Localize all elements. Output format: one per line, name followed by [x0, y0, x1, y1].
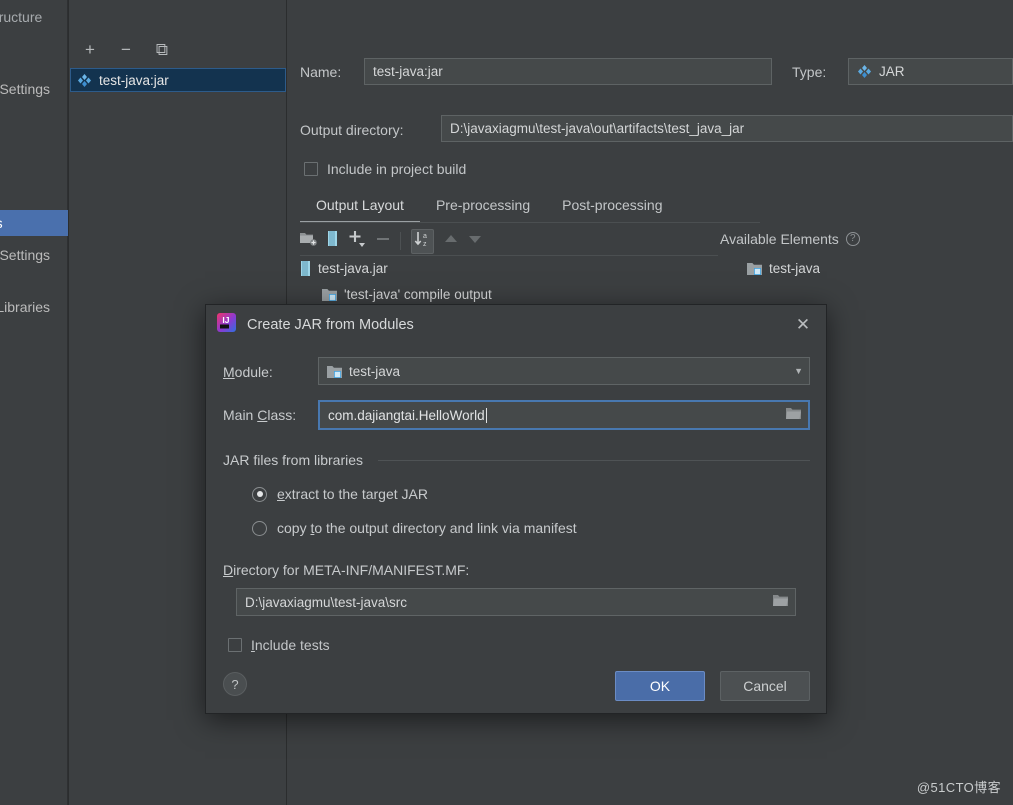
- module-icon: [747, 262, 762, 275]
- module-dropdown-value: test-java: [349, 363, 401, 379]
- type-dropdown[interactable]: JAR: [848, 58, 1013, 85]
- dialog-title-bar: IJ Create JAR from Modules ✕: [206, 305, 826, 345]
- question-mark-icon: ?: [231, 676, 239, 692]
- move-down-icon: [468, 232, 482, 250]
- name-label: Name:: [300, 64, 342, 80]
- tabs-underline: [300, 222, 760, 223]
- group-divider: [378, 460, 810, 461]
- module-icon: [327, 365, 342, 378]
- chevron-down-icon[interactable]: ▼: [794, 366, 803, 376]
- jar-type-icon: [857, 64, 872, 79]
- plus-icon[interactable]: +: [79, 38, 101, 60]
- include-in-project-build-checkbox[interactable]: [304, 162, 318, 176]
- available-elements-title: Available Elements ?: [720, 231, 860, 247]
- cancel-button[interactable]: Cancel: [720, 671, 810, 701]
- radio-copy-indicator[interactable]: [252, 520, 267, 536]
- svg-text:z: z: [423, 241, 427, 247]
- output-tree-row-label: 'test-java' compile output: [344, 287, 492, 302]
- main-class-value: com.dajiangtai.HelloWorld: [328, 407, 485, 423]
- sidebar-item-project-settings[interactable]: Project Settings: [0, 76, 68, 102]
- main-class-input[interactable]: com.dajiangtai.HelloWorld: [318, 400, 810, 430]
- include-in-project-build-row[interactable]: Include in project build: [304, 161, 466, 177]
- add-directory-icon[interactable]: [300, 231, 317, 251]
- remove-icon: [376, 232, 390, 251]
- add-dropdown-icon[interactable]: [348, 230, 366, 252]
- manifest-dir-label: Directory for META-INF/MANIFEST.MF:: [223, 562, 470, 578]
- module-label-rest: odule:: [234, 364, 273, 380]
- artifacts-toolbar: + − ⧉: [69, 32, 287, 66]
- type-dropdown-value: JAR: [879, 64, 905, 79]
- output-tree-row-label: test-java.jar: [318, 261, 388, 276]
- folder-browse-icon[interactable]: [773, 594, 789, 610]
- help-button[interactable]: ?: [223, 672, 247, 696]
- svg-text:a: a: [423, 233, 427, 240]
- tab-post-processing[interactable]: Post-processing: [546, 195, 678, 223]
- available-element-label: test-java: [769, 261, 821, 276]
- project-structure-sidebar: Project Structure Project Settings Artif…: [0, 0, 68, 805]
- output-layout-toolbar: a z: [300, 228, 760, 254]
- radio-extract-to-target-jar[interactable]: extract to the target JAR: [252, 486, 428, 502]
- output-directory-value: D:\javaxiagmu\test-java\out\artifacts\te…: [450, 121, 745, 136]
- artifact-list-item-label: test-java:jar: [99, 72, 169, 88]
- toolbar-separator: [400, 232, 401, 250]
- project-structure-window: Project Structure Project Settings Artif…: [0, 0, 1013, 805]
- layout-toolbar-underline: [300, 255, 718, 256]
- module-label: Module:: [223, 364, 273, 380]
- radio-copy-to-output-directory[interactable]: copy to the output directory and link vi…: [252, 520, 577, 536]
- main-class-label: Main Class:: [223, 407, 297, 423]
- sidebar-item-artifacts[interactable]: Artifacts: [0, 210, 68, 236]
- artifact-list-item[interactable]: test-java:jar: [70, 68, 286, 92]
- manifest-dir-value: D:\javaxiagmu\test-java\src: [245, 594, 408, 610]
- sort-alphabetically-icon[interactable]: a z: [411, 228, 434, 254]
- include-tests-row[interactable]: Include tests: [228, 637, 330, 653]
- radio-extract-label: extract to the target JAR: [277, 486, 428, 502]
- radio-extract-indicator[interactable]: [252, 486, 267, 502]
- copy-icon[interactable]: ⧉: [151, 38, 173, 60]
- radio-copy-label: copy to the output directory and link vi…: [277, 520, 577, 536]
- module-icon: [322, 288, 337, 301]
- output-directory-label: Output directory:: [300, 122, 404, 138]
- tab-pre-processing[interactable]: Pre-processing: [420, 195, 546, 223]
- intellij-idea-icon: IJ: [217, 313, 236, 337]
- include-tests-checkbox[interactable]: [228, 638, 242, 652]
- watermark: @51CTO博客: [916, 780, 1001, 795]
- dialog-title: Create JAR from Modules: [247, 317, 414, 333]
- manifest-dir-input[interactable]: D:\javaxiagmu\test-java\src: [236, 588, 796, 616]
- type-label: Type:: [792, 64, 827, 80]
- name-input-value: test-java:jar: [373, 64, 443, 79]
- output-tree-row[interactable]: 'test-java' compile output: [322, 287, 492, 302]
- sidebar-item-settings[interactable]: SDKs / Settings: [0, 242, 68, 268]
- output-tree-row[interactable]: test-java.jar: [300, 261, 388, 276]
- output-directory-input[interactable]: D:\javaxiagmu\test-java\out\artifacts\te…: [441, 115, 1013, 142]
- create-jar-from-modules-dialog: IJ Create JAR from Modules ✕ Module: tes…: [205, 304, 827, 714]
- include-tests-label: Include tests: [251, 637, 330, 653]
- detail-tabs: Output Layout Pre-processing Post-proces…: [300, 195, 1013, 223]
- jar-artifact-icon: [77, 73, 92, 88]
- module-dropdown[interactable]: test-java ▼: [318, 357, 810, 385]
- jar-files-group-label: JAR files from libraries: [223, 452, 364, 468]
- svg-text:IJ: IJ: [222, 315, 229, 325]
- archive-icon: [300, 261, 311, 276]
- tab-output-layout[interactable]: Output Layout: [300, 195, 420, 223]
- close-icon[interactable]: ✕: [790, 313, 816, 337]
- include-in-project-build-label: Include in project build: [327, 161, 467, 177]
- folder-browse-icon[interactable]: [786, 407, 802, 423]
- ok-button[interactable]: OK: [615, 671, 705, 701]
- minus-icon[interactable]: −: [115, 38, 137, 60]
- move-up-icon: [444, 232, 458, 250]
- available-elements-label: Available Elements: [720, 231, 839, 247]
- question-mark-icon[interactable]: ?: [845, 232, 860, 246]
- add-archive-icon[interactable]: [327, 231, 338, 251]
- available-element-row[interactable]: test-java: [747, 261, 820, 276]
- text-caret: [485, 407, 487, 423]
- project-structure-title: Project Structure: [0, 9, 43, 25]
- sidebar-item-global-libraries[interactable]: Global Libraries: [0, 294, 68, 320]
- name-input[interactable]: test-java:jar: [364, 58, 772, 85]
